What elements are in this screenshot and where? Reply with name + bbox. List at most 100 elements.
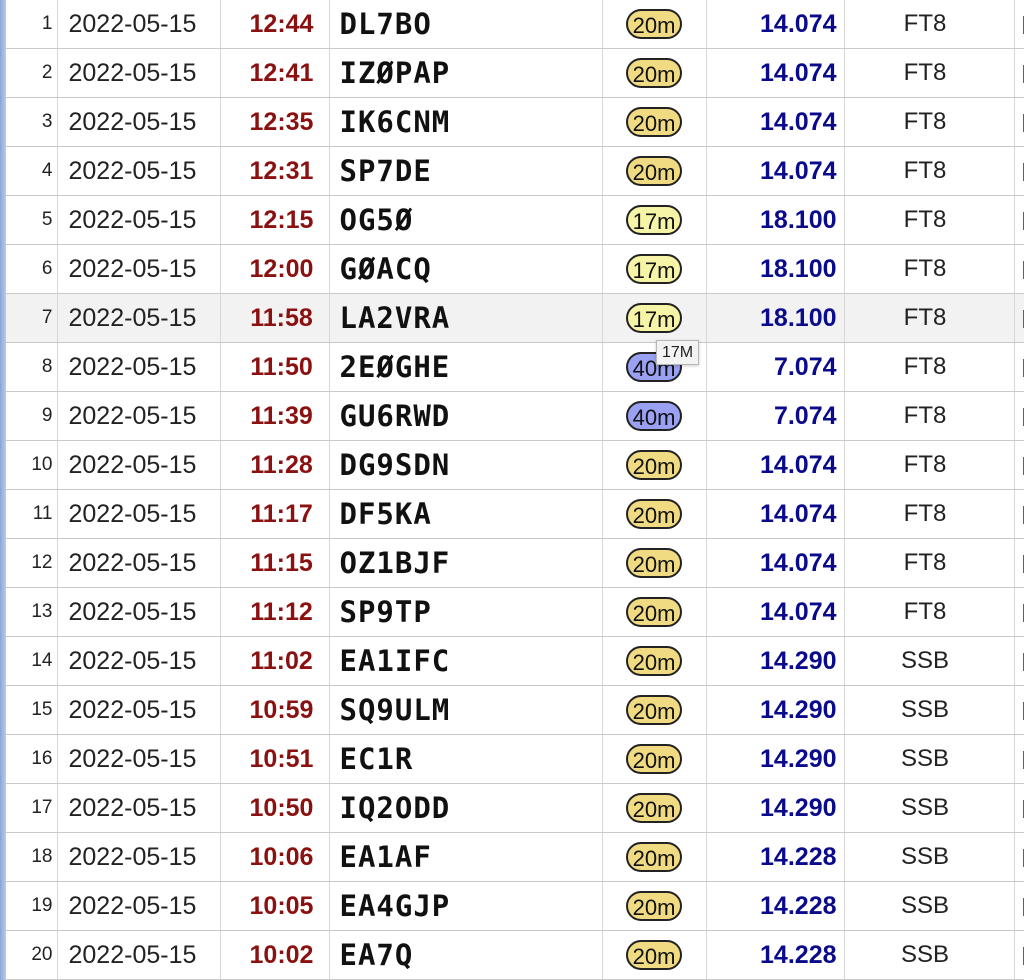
qso-date: 2022-05-15 xyxy=(57,342,221,392)
table-row[interactable]: 10 2022-05-15 11:28 DG9SDN 20m 14.074 FT8 xyxy=(6,440,1024,490)
qso-log-body: 1 2022-05-15 12:44 DL7BO 20m 14.074 FT8 2 2022-0… xyxy=(6,0,1024,980)
table-row[interactable]: 4 2022-05-15 12:31 SP7DE 20m 14.074 FT8 xyxy=(6,146,1024,196)
frequency: 18.100 xyxy=(706,293,845,343)
band-badge[interactable]: 17m xyxy=(626,254,682,284)
mode: FT8 xyxy=(844,244,1015,294)
qso-time: 10:05 xyxy=(220,881,330,931)
table-row[interactable]: 13 2022-05-15 11:12 SP9TP 20m 14.074 FT8 xyxy=(6,587,1024,637)
frequency: 14.074 xyxy=(706,440,845,490)
frequency: 14.074 xyxy=(706,97,845,147)
band-cell: 17m xyxy=(602,244,707,294)
callsign[interactable]: 2EØGHE xyxy=(329,342,603,392)
band-badge[interactable]: 20m xyxy=(626,842,682,872)
row-number: 1 xyxy=(6,0,58,49)
band-badge[interactable]: 20m xyxy=(626,597,682,627)
status-marker-cell xyxy=(1014,587,1024,637)
band-badge[interactable]: 20m xyxy=(626,9,682,39)
table-row[interactable]: 12 2022-05-15 11:15 OZ1BJF 20m 14.074 FT8 xyxy=(6,538,1024,588)
table-row[interactable]: 6 2022-05-15 12:00 GØACQ 17m 18.100 FT8 xyxy=(6,244,1024,294)
band-badge[interactable]: 20m xyxy=(626,58,682,88)
band-badge[interactable]: 20m xyxy=(626,499,682,529)
table-row[interactable]: 18 2022-05-15 10:06 EA1AF 20m 14.228 SSB xyxy=(6,832,1024,882)
callsign[interactable]: IZØPAP xyxy=(329,48,603,98)
table-row[interactable]: 17 2022-05-15 10:50 IQ2ODD 20m 14.290 SSB xyxy=(6,783,1024,833)
table-row[interactable]: 20 2022-05-15 10:02 EA7Q 20m 14.228 SSB xyxy=(6,930,1024,980)
band-badge[interactable]: 20m xyxy=(626,107,682,137)
table-row[interactable]: 5 2022-05-15 12:15 OG5Ø 17m 18.100 FT8 xyxy=(6,195,1024,245)
callsign[interactable]: DF5KA xyxy=(329,489,603,539)
qso-date: 2022-05-15 xyxy=(57,783,221,833)
callsign[interactable]: GØACQ xyxy=(329,244,603,294)
band-badge[interactable]: 20m xyxy=(626,940,682,970)
callsign[interactable]: EA1AF xyxy=(329,832,603,882)
callsign[interactable]: EA4GJP xyxy=(329,881,603,931)
table-row[interactable]: 16 2022-05-15 10:51 EC1R 20m 14.290 SSB xyxy=(6,734,1024,784)
qso-time: 10:06 xyxy=(220,832,330,882)
qso-time: 10:50 xyxy=(220,783,330,833)
frequency: 14.228 xyxy=(706,881,845,931)
band-cell: 20m xyxy=(602,636,707,686)
qso-date: 2022-05-15 xyxy=(57,440,221,490)
callsign[interactable]: SQ9ULM xyxy=(329,685,603,735)
mode: SSB xyxy=(844,930,1015,980)
frequency: 14.290 xyxy=(706,685,845,735)
band-badge[interactable]: 17m xyxy=(626,303,682,333)
status-marker-cell xyxy=(1014,244,1024,294)
table-row[interactable]: 1 2022-05-15 12:44 DL7BO 20m 14.074 FT8 xyxy=(6,0,1024,49)
band-badge[interactable]: 17m xyxy=(626,205,682,235)
band-cell: 17m xyxy=(602,195,707,245)
band-badge[interactable]: 40m xyxy=(626,401,682,431)
qso-date: 2022-05-15 xyxy=(57,244,221,294)
qso-log-table: 1 2022-05-15 12:44 DL7BO 20m 14.074 FT8 2 2022-0… xyxy=(6,0,1024,980)
table-row[interactable]: 8 2022-05-15 11:50 2EØGHE 40m 7.074 FT8 xyxy=(6,342,1024,392)
frequency: 14.074 xyxy=(706,538,845,588)
band-badge[interactable]: 20m xyxy=(626,450,682,480)
status-marker-cell xyxy=(1014,832,1024,882)
status-marker-cell xyxy=(1014,930,1024,980)
callsign[interactable]: GU6RWD xyxy=(329,391,603,441)
callsign[interactable]: OG5Ø xyxy=(329,195,603,245)
table-row[interactable]: 3 2022-05-15 12:35 IK6CNM 20m 14.074 FT8 xyxy=(6,97,1024,147)
band-badge[interactable]: 20m xyxy=(626,793,682,823)
row-number: 16 xyxy=(6,734,58,784)
frequency: 14.074 xyxy=(706,489,845,539)
table-row[interactable]: 2 2022-05-15 12:41 IZØPAP 20m 14.074 FT8 xyxy=(6,48,1024,98)
band-badge[interactable]: 20m xyxy=(626,891,682,921)
band-badge[interactable]: 20m xyxy=(626,156,682,186)
row-number: 6 xyxy=(6,244,58,294)
callsign[interactable]: EA7Q xyxy=(329,930,603,980)
callsign[interactable]: DL7BO xyxy=(329,0,603,49)
callsign[interactable]: DG9SDN xyxy=(329,440,603,490)
row-number: 7 xyxy=(6,293,58,343)
table-row[interactable]: 19 2022-05-15 10:05 EA4GJP 20m 14.228 SSB xyxy=(6,881,1024,931)
mode: FT8 xyxy=(844,440,1015,490)
table-row[interactable]: 14 2022-05-15 11:02 EA1IFC 20m 14.290 SSB xyxy=(6,636,1024,686)
band-badge[interactable]: 20m xyxy=(626,744,682,774)
status-marker-cell xyxy=(1014,734,1024,784)
status-marker-cell xyxy=(1014,293,1024,343)
callsign[interactable]: IK6CNM xyxy=(329,97,603,147)
row-number: 11 xyxy=(6,489,58,539)
callsign[interactable]: SP7DE xyxy=(329,146,603,196)
status-marker-cell xyxy=(1014,685,1024,735)
qso-time: 12:44 xyxy=(220,0,330,49)
callsign[interactable]: IQ2ODD xyxy=(329,783,603,833)
table-row[interactable]: 11 2022-05-15 11:17 DF5KA 20m 14.074 FT8 xyxy=(6,489,1024,539)
callsign[interactable]: SP9TP xyxy=(329,587,603,637)
table-row[interactable]: 7 2022-05-15 11:58 LA2VRA 17m 18.100 FT8 xyxy=(6,293,1024,343)
band-badge[interactable]: 20m xyxy=(626,646,682,676)
frequency: 18.100 xyxy=(706,244,845,294)
table-row[interactable]: 9 2022-05-15 11:39 GU6RWD 40m 7.074 FT8 xyxy=(6,391,1024,441)
status-marker-cell xyxy=(1014,391,1024,441)
mode: SSB xyxy=(844,832,1015,882)
callsign[interactable]: OZ1BJF xyxy=(329,538,603,588)
mode: SSB xyxy=(844,881,1015,931)
callsign[interactable]: LA2VRA xyxy=(329,293,603,343)
table-row[interactable]: 15 2022-05-15 10:59 SQ9ULM 20m 14.290 SSB xyxy=(6,685,1024,735)
band-tooltip: 17M xyxy=(656,340,700,365)
status-marker-cell xyxy=(1014,538,1024,588)
callsign[interactable]: EC1R xyxy=(329,734,603,784)
callsign[interactable]: EA1IFC xyxy=(329,636,603,686)
band-badge[interactable]: 20m xyxy=(626,695,682,725)
band-badge[interactable]: 20m xyxy=(626,548,682,578)
